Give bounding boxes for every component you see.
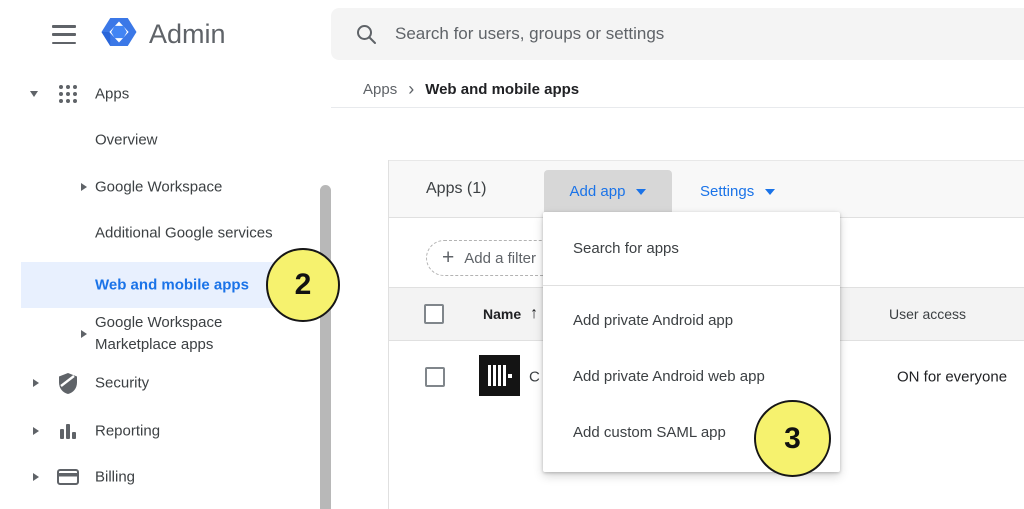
app-name: C (529, 369, 540, 386)
sidebar-item-additional-google-services[interactable]: Additional Google services (0, 215, 331, 251)
settings-button-label: Settings (700, 183, 754, 200)
sidebar-item-reporting[interactable]: Reporting (0, 413, 331, 449)
sidebar-item-label: Additional Google services (95, 225, 273, 242)
chevron-down-icon (636, 189, 646, 195)
expand-arrow-icon[interactable] (81, 330, 87, 338)
sidebar-item-label: Security (95, 375, 149, 392)
search-input[interactable] (395, 24, 1024, 44)
expand-arrow-icon[interactable] (33, 427, 39, 435)
name-column-header[interactable]: Name ↑ (483, 305, 538, 323)
admin-logo-icon (98, 11, 140, 58)
sidebar-item-label: Google Workspace (95, 179, 222, 196)
add-filter-label: Add a filter (464, 250, 536, 267)
divider (331, 107, 1024, 108)
menu-item-add-private-android-web-app[interactable]: Add private Android web app (543, 348, 840, 404)
menu-button[interactable] (52, 25, 76, 44)
user-access-column-header[interactable]: User access (889, 306, 966, 322)
user-access-value: ON for everyone (897, 369, 1007, 386)
step-3-annotation: 3 (754, 400, 831, 477)
sidebar-scrollbar[interactable] (320, 185, 331, 509)
sidebar-item-label: Google Workspace Marketplace apps (95, 312, 285, 356)
collapse-arrow-icon[interactable] (30, 91, 38, 97)
shield-icon (57, 372, 79, 394)
search-icon (355, 23, 377, 45)
settings-button[interactable]: Settings (686, 170, 789, 213)
app-logo-icon (479, 355, 520, 396)
apps-grid-icon (57, 83, 79, 105)
sidebar-item-security[interactable]: Security (0, 365, 331, 401)
sidebar-item-label: Apps (95, 86, 129, 103)
brand-name: Admin (149, 19, 226, 50)
chevron-right-icon: › (408, 82, 414, 96)
sidebar-item-overview[interactable]: Overview (0, 122, 331, 158)
sidebar-item-google-workspace[interactable]: Google Workspace (0, 169, 331, 205)
sidebar-item-label: Reporting (95, 423, 160, 440)
sidebar-item-label: Web and mobile apps (95, 277, 249, 294)
breadcrumb: Apps › Web and mobile apps (363, 79, 579, 99)
breadcrumb-parent-link[interactable]: Apps (363, 81, 397, 98)
sidebar-item-label: Billing (95, 469, 135, 486)
admin-home-link[interactable]: Admin (98, 11, 226, 58)
plus-icon: + (442, 248, 454, 268)
expand-arrow-icon[interactable] (33, 473, 39, 481)
expand-arrow-icon[interactable] (33, 379, 39, 387)
apps-toolbar: Apps (1) Add app Settings (389, 160, 1024, 218)
add-app-button-label: Add app (570, 183, 626, 200)
row-checkbox[interactable] (425, 367, 445, 387)
menu-item-search-for-apps[interactable]: Search for apps (543, 212, 840, 285)
select-all-checkbox[interactable] (424, 304, 444, 324)
search-bar (331, 8, 1024, 60)
add-app-button[interactable]: Add app (544, 170, 672, 213)
breadcrumb-current: Web and mobile apps (425, 81, 579, 98)
expand-arrow-icon[interactable] (81, 183, 87, 191)
sidebar-item-apps[interactable]: Apps (0, 76, 331, 112)
bar-chart-icon (57, 420, 79, 442)
sidebar-item-billing[interactable]: Billing (0, 459, 331, 495)
credit-card-icon (57, 466, 79, 488)
chevron-down-icon (765, 189, 775, 195)
menu-item-add-private-android-app[interactable]: Add private Android app (543, 292, 840, 348)
step-2-annotation: 2 (266, 248, 340, 322)
sidebar-item-marketplace-apps[interactable]: Google Workspace Marketplace apps (0, 311, 331, 357)
apps-count: Apps (1) (426, 180, 486, 198)
sort-ascending-icon: ↑ (530, 305, 538, 323)
google-admin-console: Admin Apps Overview Google Workspace Add… (0, 0, 1024, 509)
sidebar-item-label: Overview (95, 132, 158, 149)
